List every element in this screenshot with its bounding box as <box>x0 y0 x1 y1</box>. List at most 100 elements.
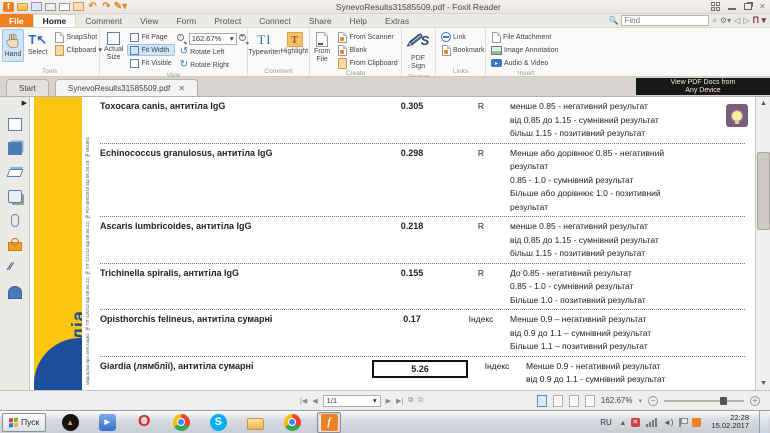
from-scanner-button[interactable]: From Scanner <box>334 31 400 43</box>
tab-view[interactable]: View <box>131 14 167 27</box>
tab-extras[interactable]: Extras <box>376 14 418 27</box>
fit-visible-button[interactable]: Fit Visible <box>127 57 174 69</box>
actual-size-button[interactable]: Actual Size <box>102 29 125 64</box>
rotate-left-button[interactable]: ↺Rotate Left <box>177 46 249 58</box>
zoom-level-combo[interactable]: 162.67%▾ <box>189 33 237 45</box>
explorer-icon[interactable] <box>243 412 267 433</box>
open-file-icon[interactable] <box>17 3 28 11</box>
rotate-right-button[interactable]: ↻Rotate Right <box>177 59 249 71</box>
email-icon[interactable] <box>59 3 70 11</box>
search-icon[interactable]: ⌕ <box>712 16 716 26</box>
fit-page-button[interactable]: Fit Page <box>127 31 174 43</box>
snapshot-button[interactable]: SnapShot <box>51 31 104 43</box>
layout-tiles-icon[interactable] <box>711 2 720 11</box>
zoom-in-icon[interactable]: + <box>239 34 249 44</box>
continuous-view-icon[interactable] <box>553 395 563 407</box>
aimp-icon[interactable]: ▲ <box>58 412 82 433</box>
from-file-button[interactable]: From File <box>312 29 332 66</box>
start-button[interactable]: Пуск <box>2 413 46 432</box>
tab-home[interactable]: Home <box>33 14 77 27</box>
blank-button[interactable]: Blank <box>334 44 400 56</box>
bookmark-button[interactable]: Bookmark <box>438 44 488 56</box>
tab-share[interactable]: Share <box>300 14 341 27</box>
comments-panel-icon[interactable] <box>8 190 22 203</box>
tab-comment[interactable]: Comment <box>76 14 131 27</box>
paste-icon[interactable] <box>73 2 84 11</box>
find-prev-icon[interactable]: ◁ <box>734 16 740 25</box>
chrome-icon[interactable] <box>169 412 193 433</box>
single-page-view-icon[interactable] <box>537 395 547 407</box>
foxit-tray-icon[interactable] <box>692 418 701 427</box>
next-page-icon[interactable]: ▶ <box>386 397 391 405</box>
review-panel-icon[interactable] <box>8 286 22 299</box>
zoom-dropdown-icon[interactable]: ▾ <box>638 397 642 405</box>
undo-icon[interactable]: ↶ <box>87 2 98 12</box>
action-center-tray-icon[interactable] <box>679 418 686 427</box>
facing-view-icon[interactable] <box>569 395 579 407</box>
print-icon[interactable] <box>45 3 56 11</box>
fit-width-button[interactable]: Fit Width <box>127 44 174 56</box>
tab-file[interactable]: File <box>0 14 33 27</box>
vertical-scrollbar[interactable]: ▲ ▼ <box>755 97 770 390</box>
clipboard-button[interactable]: Clipboard ▾ <box>51 44 104 56</box>
language-indicator[interactable]: RU <box>597 416 615 429</box>
select-tool-button[interactable]: T↖ Select <box>26 29 49 60</box>
chrome2-icon[interactable] <box>280 412 304 433</box>
find-input[interactable] <box>621 15 709 26</box>
audio-video-button[interactable]: ▸Audio & Video <box>488 57 562 69</box>
tab-connect[interactable]: Connect <box>250 14 300 27</box>
new-tab-icon[interactable]: ⧉ <box>408 397 413 405</box>
first-page-icon[interactable]: |◀ <box>300 397 307 405</box>
zoom-out-icon[interactable]: - <box>177 34 187 44</box>
hidden-icons-arrow[interactable]: ▴ <box>621 418 625 427</box>
scroll-up-icon[interactable]: ▲ <box>758 98 769 109</box>
show-desktop-button[interactable] <box>759 411 768 433</box>
pages-panel-icon[interactable] <box>8 142 22 155</box>
scroll-down-icon[interactable]: ▼ <box>758 378 769 389</box>
duplicate-view-icon[interactable]: ⧉ <box>418 397 423 405</box>
find-previous-doc-icon[interactable]: 🔍 <box>609 16 619 25</box>
tab-help[interactable]: Help <box>341 14 376 27</box>
volume-tray-icon[interactable]: ◄) <box>663 418 674 427</box>
redo-icon[interactable]: ↷ <box>101 2 112 12</box>
clock[interactable]: 22:28 15.02.2017 <box>707 414 753 431</box>
close-tab-icon[interactable]: ✕ <box>178 84 185 93</box>
tab-start[interactable]: Start <box>6 79 49 96</box>
tab-form[interactable]: Form <box>167 14 205 27</box>
link-button[interactable]: Link <box>438 31 488 43</box>
hand-tool-button[interactable]: Hand <box>2 29 24 62</box>
minimize-button[interactable] <box>728 4 736 10</box>
pdf-sign-button[interactable]: 🖉S PDF Sign <box>404 29 432 73</box>
statusbar-zoom-value[interactable]: 162.67% <box>601 396 633 405</box>
tab-protect[interactable]: Protect <box>205 14 250 27</box>
last-page-icon[interactable]: ▶| <box>396 397 403 405</box>
tip-lightbulb-icon[interactable] <box>726 104 748 127</box>
scrollbar-thumb[interactable] <box>757 152 770 230</box>
panel-expand-icon[interactable]: ▶ <box>22 99 27 107</box>
bookmarks-panel-icon[interactable] <box>8 118 22 131</box>
page-number-combo[interactable]: 1/1▾ <box>323 395 381 407</box>
zoom-slider-knob[interactable] <box>720 397 727 405</box>
image-annotation-button[interactable]: Image Annotation <box>488 44 562 56</box>
zoom-out-button[interactable]: − <box>648 396 658 406</box>
file-attachment-button[interactable]: File Attachment <box>488 31 562 43</box>
opera-icon[interactable]: O <box>132 412 156 433</box>
antivirus-tray-icon[interactable]: ✕ <box>631 418 640 427</box>
signature-panel-icon[interactable] <box>8 262 22 275</box>
previous-page-icon[interactable]: ◀ <box>312 397 317 405</box>
promo-banner[interactable]: View PDF Docs from Any Device <box>636 78 770 95</box>
pdf-page[interactable]: додає цінність діа свідоцтва про атестац… <box>30 97 755 390</box>
foxit-icon[interactable]: f <box>317 412 341 433</box>
layers-panel-icon[interactable] <box>8 166 22 179</box>
reading-mode-icon[interactable]: Π ▾ <box>752 15 766 26</box>
security-panel-icon[interactable] <box>8 238 22 251</box>
find-options-gear-icon[interactable]: ⚙▾ <box>720 16 731 25</box>
find-next-icon[interactable]: ▷ <box>743 16 749 25</box>
zoom-slider[interactable] <box>664 400 744 402</box>
potplayer-icon[interactable]: ▶ <box>95 412 119 433</box>
ink-sign-icon[interactable]: ✎▾ <box>115 2 126 12</box>
close-button[interactable]: × <box>760 2 765 11</box>
zoom-in-button[interactable]: + <box>750 396 760 406</box>
from-clipboard-button[interactable]: From Clipboard <box>334 57 400 69</box>
restore-button[interactable] <box>744 3 752 10</box>
